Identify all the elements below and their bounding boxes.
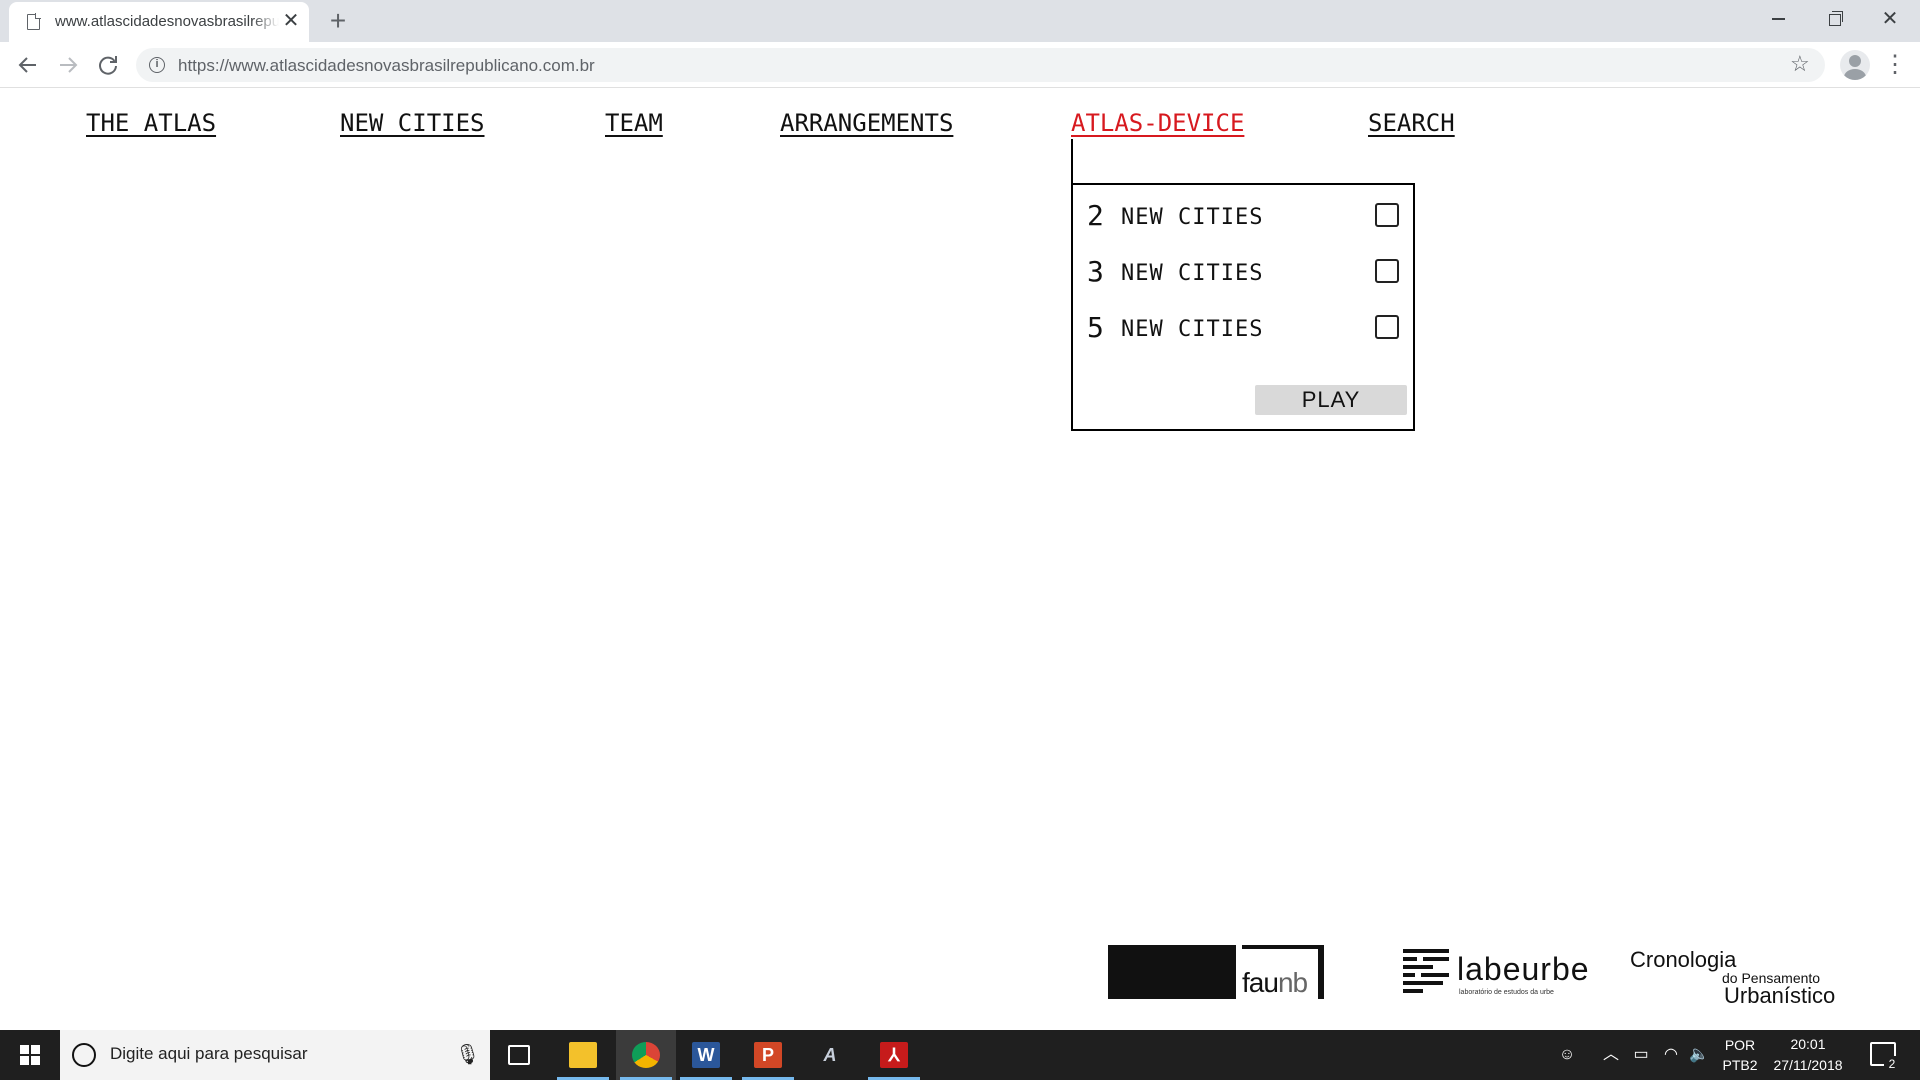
forward-arrow-icon [60,57,78,73]
powerpoint-icon: P [754,1042,782,1068]
browser-menu-icon[interactable]: ⋮ [1880,50,1910,80]
back-arrow-icon [18,57,36,73]
nav-the-atlas[interactable]: THE ATLAS [86,109,216,137]
atlas-device-panel: 2 NEW CITIES 3 NEW CITIES 5 NEW CITIES P… [1071,183,1415,431]
tray-chevron-up-icon[interactable]: ︿ [1600,1044,1622,1066]
windows-icon [20,1045,40,1065]
tab-close-icon[interactable]: ✕ [281,11,301,31]
acrobat-icon: ⅄ [880,1042,908,1068]
nav-new-cities[interactable]: NEW CITIES [340,109,485,137]
search-placeholder: Digite aqui para pesquisar [110,1044,308,1063]
play-button[interactable]: PLAY [1255,385,1407,415]
minimize-button[interactable] [1750,0,1806,38]
taskbar-file-explorer[interactable] [553,1030,613,1080]
language-indicator-bottom[interactable]: PTB2 [1718,1057,1762,1073]
tab-title: www.atlascidadesnovasbrasilrepublicano.c… [55,13,279,30]
word-icon: W [692,1042,720,1068]
labeurbe-logo: labeurbe laboratório de estudos da urbe [1403,947,1589,1001]
option-label: NEW CITIES [1121,261,1264,286]
taskbar-autocad[interactable]: A [800,1030,860,1080]
info-icon[interactable]: i [149,57,165,73]
volume-icon[interactable]: 🔈 [1688,1044,1710,1066]
bookmark-star-icon[interactable]: ☆ [1790,51,1810,77]
browser-toolbar: i https://www.atlascidadesnovasbrasilrep… [0,42,1920,88]
option-checkbox[interactable] [1375,203,1399,227]
nav-team[interactable]: TEAM [605,109,663,137]
nav-search[interactable]: SEARCH [1368,109,1455,137]
tab-strip: www.atlascidadesnovasbrasilrepublicano.c… [0,0,1920,42]
browser-tab[interactable]: www.atlascidadesnovasbrasilrepublicano.c… [9,2,309,42]
url-text[interactable]: https://www.atlascidadesnovasbrasilrepub… [178,56,595,76]
taskbar-acrobat[interactable]: ⅄ [864,1030,924,1080]
forward-button[interactable] [52,49,84,81]
taskbar: Digite aqui para pesquisar 🎙 W P A ⅄ ☺ ︿… [0,1030,1920,1080]
microphone-icon[interactable]: 🎙 [455,1042,480,1068]
autocad-icon: A [823,1045,837,1065]
profile-avatar[interactable] [1840,50,1870,80]
language-indicator-top[interactable]: POR [1718,1037,1762,1053]
wifi-icon[interactable]: ◠ [1660,1044,1682,1066]
chrome-icon [632,1042,660,1068]
battery-icon[interactable]: ▭ [1630,1044,1652,1066]
people-icon[interactable]: ☺ [1556,1044,1578,1066]
address-bar[interactable]: i https://www.atlascidadesnovasbrasilrep… [136,48,1825,82]
faunb-logo: faunb [1108,945,1324,999]
close-window-button[interactable]: ✕ [1862,0,1918,38]
notification-count: 2 [1884,1056,1900,1072]
folder-icon [569,1042,597,1068]
new-tab-button[interactable]: + [324,4,352,38]
option-label: NEW CITIES [1121,205,1264,230]
taskbar-word[interactable]: W [676,1030,736,1080]
nav-atlas-device[interactable]: ATLAS-DEVICE [1071,109,1244,137]
taskbar-chrome[interactable] [616,1030,676,1080]
clock-date[interactable]: 27/11/2018 [1766,1057,1850,1073]
option-label: NEW CITIES [1121,317,1264,342]
cronologia-logo: Cronologia do Pensamento Urbanístico [1630,947,1836,1008]
option-3-new-cities[interactable]: 3 NEW CITIES [1087,251,1407,291]
option-number: 3 [1087,255,1104,288]
option-2-new-cities[interactable]: 2 NEW CITIES [1087,195,1407,235]
option-checkbox[interactable] [1375,315,1399,339]
option-number: 2 [1087,199,1104,232]
restore-button[interactable] [1806,0,1862,38]
reload-button[interactable] [92,49,124,81]
labeurbe-bars-icon [1403,947,1451,997]
nav-arrangements[interactable]: ARRANGEMENTS [780,109,953,137]
dropdown-connector [1071,139,1073,183]
page-content: THE ATLAS NEW CITIES TEAM ARRANGEMENTS A… [0,89,1920,1030]
clock-time[interactable]: 20:01 [1766,1036,1850,1052]
notifications-icon[interactable]: 2 [1870,1042,1900,1072]
taskbar-powerpoint[interactable]: P [738,1030,798,1080]
start-button[interactable] [0,1030,60,1080]
cortana-icon [72,1043,96,1067]
option-5-new-cities[interactable]: 5 NEW CITIES [1087,307,1407,347]
back-button[interactable] [12,49,44,81]
document-icon [27,13,41,30]
option-checkbox[interactable] [1375,259,1399,283]
task-view-icon[interactable] [508,1045,530,1065]
reload-icon [99,56,117,75]
option-number: 5 [1087,311,1104,344]
taskbar-search[interactable]: Digite aqui para pesquisar 🎙 [60,1030,490,1080]
